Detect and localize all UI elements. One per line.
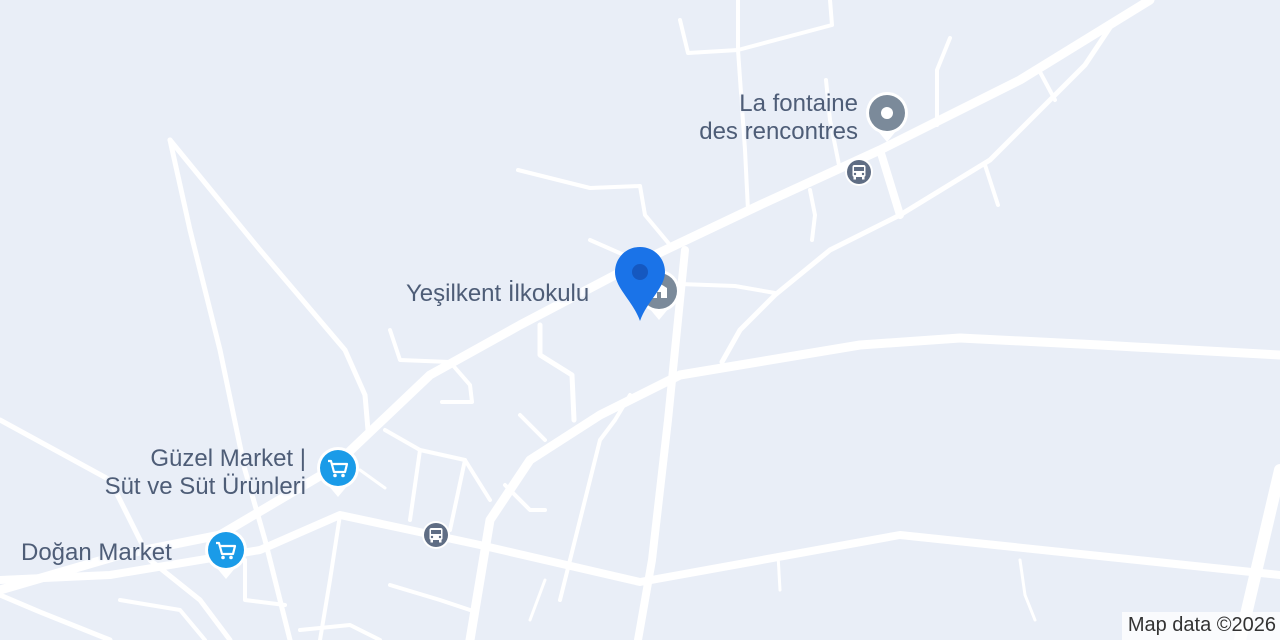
shopping-cart-icon[interactable] — [203, 527, 249, 581]
road-south — [0, 511, 1280, 586]
shopping-cart-icon[interactable] — [315, 445, 361, 499]
location-marker-icon[interactable] — [613, 245, 667, 323]
poi-label-dogan-market[interactable]: Doğan Market — [21, 539, 172, 567]
poi-label-guzel-market-line1: Güzel Market | — [150, 445, 306, 472]
bus-icon[interactable] — [422, 521, 450, 549]
map-attribution[interactable]: Map data ©2026 — [1121, 612, 1280, 640]
bus-icon[interactable] — [845, 158, 873, 186]
poi-label-fountain-line2: des rencontres — [699, 118, 858, 145]
map-pin-icon[interactable] — [864, 90, 910, 144]
poi-label-guzel-market-line2: Süt ve Süt Ürünleri — [104, 473, 306, 500]
poi-label-guzel-market[interactable]: Güzel Market | Süt ve Süt Ürünleri — [60, 445, 306, 501]
map-canvas[interactable]: La fontaine des rencontres Yeşilkent İlk… — [0, 0, 1280, 640]
poi-label-fountain-line1: La fontaine — [739, 90, 858, 117]
poi-label-school[interactable]: Yeşilkent İlkokulu — [406, 280, 589, 308]
poi-label-fountain[interactable]: La fontaine des rencontres — [640, 90, 858, 146]
road-east-west — [465, 333, 1280, 640]
